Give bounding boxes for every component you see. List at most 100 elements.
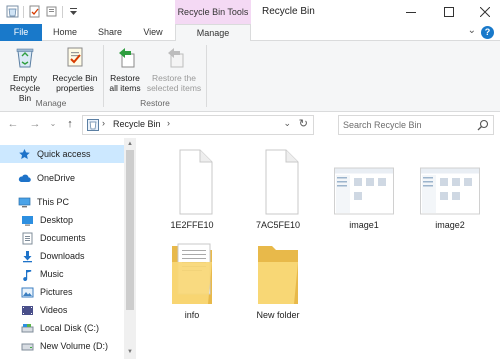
blank-file-icon	[265, 149, 299, 215]
breadcrumb-separator-icon[interactable]: ›	[102, 118, 105, 128]
recycle-bin-location-icon	[87, 119, 99, 131]
restore-all-label-1: Restore	[110, 73, 140, 83]
nav-label: OneDrive	[37, 173, 76, 183]
scrollbar-thumb[interactable]	[126, 150, 134, 310]
title-bar: Recycle Bin Tools Recycle Bin	[0, 0, 500, 24]
folder-item[interactable]: New folder	[237, 238, 319, 320]
minimize-button[interactable]	[396, 0, 426, 24]
nav-item-videos[interactable]: Videos	[0, 301, 124, 319]
nav-item-quick-access[interactable]: Quick access	[0, 145, 124, 163]
drive-icon	[21, 343, 34, 350]
folder-name: New folder	[256, 310, 300, 320]
restore-selected-icon	[168, 48, 184, 68]
restore-all-items-button[interactable]: Restore all items	[106, 45, 144, 93]
file-list: 1E2FFE10 7AC5FE10 image1 image2 info New…	[137, 138, 500, 359]
nav-label: Downloads	[40, 251, 85, 261]
group-label-restore: Restore	[140, 98, 170, 108]
help-icon[interactable]: ?	[481, 26, 494, 39]
nav-label: Music	[40, 269, 64, 279]
group-label-manage: Manage	[35, 98, 67, 108]
folder-item[interactable]: info	[151, 238, 233, 320]
drive-icon	[21, 323, 34, 332]
address-bar[interactable]: › Recycle Bin › ⌄ ↻	[82, 115, 314, 135]
tab-home[interactable]: Home	[50, 24, 80, 41]
restore-selected-label-2: selected items	[146, 83, 202, 93]
screenshot-image-thumbnail	[420, 167, 480, 215]
nav-item-this-pc[interactable]: This PC	[0, 193, 124, 211]
recycle-bin-properties-button[interactable]: Recycle Bin properties	[51, 45, 99, 93]
nav-label: Videos	[40, 305, 68, 315]
file-item[interactable]: 7AC5FE10	[237, 148, 319, 230]
recycle-bin-tools-context-label: Recycle Bin Tools	[175, 0, 251, 24]
screenshot-image-thumbnail	[334, 167, 394, 215]
toolbar-divider	[62, 5, 63, 18]
nav-item-new-volume-d[interactable]: New Volume (D:)	[0, 337, 124, 355]
new-folder-small-icon[interactable]	[45, 5, 58, 18]
nav-label: Desktop	[40, 215, 74, 225]
minimize-icon	[406, 12, 416, 13]
sidebar-scrollbar[interactable]: ▲ ▼	[124, 138, 136, 359]
file-item[interactable]: 1E2FFE10	[151, 148, 233, 230]
file-name: 7AC5FE10	[255, 220, 301, 230]
scroll-up-icon[interactable]: ▲	[126, 140, 134, 148]
refresh-icon[interactable]: ↻	[299, 117, 308, 130]
empty-recycle-bin-label-1: Empty	[12, 73, 38, 83]
computer-icon	[18, 197, 31, 207]
nav-label: Documents	[40, 233, 86, 243]
nav-item-onedrive[interactable]: OneDrive	[0, 169, 124, 187]
videos-folder-icon	[22, 305, 33, 315]
window-title: Recycle Bin	[262, 6, 315, 17]
search-input[interactable]	[343, 119, 471, 131]
nav-item-documents[interactable]: Documents	[0, 229, 124, 247]
star-icon	[19, 148, 30, 159]
empty-recycle-bin-button[interactable]: Empty Recycle Bin	[3, 45, 47, 103]
nav-label: New Volume (D:)	[40, 341, 109, 351]
restore-selected-items-button[interactable]: Restore the selected items	[146, 45, 202, 93]
recent-locations-button[interactable]: ⌄	[46, 117, 60, 131]
nav-item-pictures[interactable]: Pictures	[0, 283, 124, 301]
properties-label-2: properties	[56, 83, 94, 93]
address-dropdown-icon[interactable]: ⌄	[283, 118, 291, 129]
restore-selected-label-1: Restore the	[152, 73, 196, 83]
nav-item-downloads[interactable]: Downloads	[0, 247, 124, 265]
maximize-button[interactable]	[434, 0, 464, 24]
pictures-folder-icon	[21, 287, 34, 297]
properties-icon	[67, 47, 83, 67]
blank-file-icon	[179, 149, 213, 215]
tab-manage[interactable]: Manage	[175, 24, 251, 42]
scroll-down-icon[interactable]: ▼	[126, 348, 134, 356]
back-button[interactable]: ←	[6, 117, 20, 131]
breadcrumb[interactable]: Recycle Bin	[113, 119, 161, 129]
nav-item-local-disk-c[interactable]: Local Disk (C:)	[0, 319, 124, 337]
file-name: 1E2FFE10	[170, 220, 214, 230]
folder-icon	[258, 246, 298, 304]
tab-view[interactable]: View	[138, 24, 168, 41]
forward-button[interactable]: →	[28, 117, 42, 131]
nav-item-music[interactable]: Music	[0, 265, 124, 283]
empty-recycle-bin-icon	[16, 48, 34, 68]
nav-label: Pictures	[40, 287, 73, 297]
close-button[interactable]	[470, 0, 500, 24]
nav-label: Quick access	[37, 149, 91, 159]
search-box[interactable]	[338, 115, 494, 135]
cloud-icon	[18, 174, 31, 182]
file-item[interactable]: image1	[323, 148, 405, 230]
folder-name: info	[184, 310, 200, 320]
nav-label: This PC	[37, 197, 70, 207]
recycle-bin-small-icon[interactable]	[6, 5, 19, 18]
file-name: image2	[435, 220, 465, 230]
properties-small-icon[interactable]	[28, 5, 41, 18]
downloads-folder-icon	[23, 250, 32, 262]
search-icon[interactable]	[477, 119, 489, 131]
collapse-ribbon-icon[interactable]: ⌄	[468, 25, 476, 36]
toolbar-divider	[23, 5, 24, 18]
tab-share[interactable]: Share	[94, 24, 126, 41]
up-button[interactable]: ↑	[63, 117, 77, 131]
breadcrumb-separator-icon[interactable]: ›	[167, 118, 170, 128]
tab-file[interactable]: File	[0, 24, 42, 41]
file-item[interactable]: image2	[409, 148, 491, 230]
navigation-bar: ← → ⌄ ↑ › Recycle Bin › ⌄ ↻	[0, 112, 500, 138]
customize-toolbar-icon[interactable]	[67, 5, 80, 18]
navigation-pane: Quick access OneDrive This PC Desktop Do…	[0, 138, 137, 359]
nav-item-desktop[interactable]: Desktop	[0, 211, 124, 229]
